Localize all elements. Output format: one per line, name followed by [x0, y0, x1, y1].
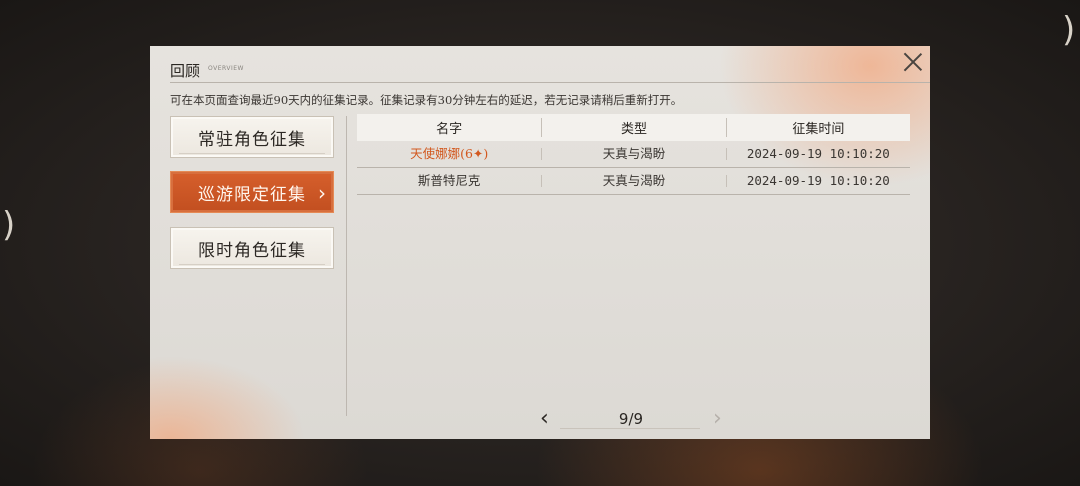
- table-row: 斯普特尼克 天真与渴盼 2024-09-19 10:10:20: [357, 168, 910, 195]
- button-decoration: [179, 153, 325, 154]
- title-divider: [170, 82, 930, 83]
- sidebar-item-limited-recruit[interactable]: 限时角色征集: [170, 227, 334, 269]
- record-time: 2024-09-19 10:10:20: [725, 147, 910, 160]
- records-notice: 可在本页面查询最近90天内的征集记录。征集记录有30分钟左右的延迟，若无记录请稍…: [170, 93, 683, 107]
- button-decoration: [179, 264, 325, 265]
- table-row: 天使娜娜(6✦) 天真与渴盼 2024-09-19 10:10:20: [357, 141, 910, 168]
- close-icon[interactable]: [902, 50, 924, 72]
- sidebar-item-tour-limited-recruit[interactable]: 巡游限定征集 ›: [170, 171, 334, 213]
- record-name: 天使娜娜(6✦): [410, 146, 489, 161]
- record-type: 天真与渴盼: [541, 174, 725, 187]
- sidebar-item-label: 巡游限定征集: [198, 184, 306, 205]
- chevron-right-icon[interactable]: ›: [713, 406, 722, 431]
- sidebar-item-standard-recruit[interactable]: 常驻角色征集: [170, 116, 334, 158]
- panel-title: 回顾: [170, 62, 201, 80]
- panel-title-subtitle: OVERVIEW: [208, 65, 244, 72]
- pagination: ‹ 9/9 ›: [530, 406, 730, 431]
- column-header-type: 类型: [541, 118, 725, 137]
- left-edge-bracket-icon: ): [2, 205, 16, 245]
- record-time: 2024-09-19 10:10:20: [725, 174, 910, 187]
- page-indicator: 9/9: [618, 410, 644, 428]
- right-edge-bracket-icon: ): [1062, 10, 1076, 50]
- record-name: 斯普特尼克: [417, 173, 481, 188]
- sidebar-divider: [346, 116, 347, 416]
- sidebar-item-label: 常驻角色征集: [198, 129, 306, 150]
- records-table: 名字 类型 征集时间 天使娜娜(6✦) 天真与渴盼 2024-09-19 10:…: [357, 114, 910, 195]
- chevron-right-icon: ›: [318, 181, 327, 205]
- chevron-left-icon[interactable]: ‹: [540, 406, 549, 431]
- pager-underline: [560, 428, 700, 429]
- sidebar-item-label: 限时角色征集: [198, 240, 306, 261]
- table-header: 名字 类型 征集时间: [357, 114, 910, 141]
- column-header-time: 征集时间: [725, 118, 910, 137]
- column-header-name: 名字: [436, 122, 463, 137]
- records-panel: 回顾 OVERVIEW 可在本页面查询最近90天内的征集记录。征集记录有30分钟…: [150, 46, 930, 439]
- record-type: 天真与渴盼: [541, 147, 725, 160]
